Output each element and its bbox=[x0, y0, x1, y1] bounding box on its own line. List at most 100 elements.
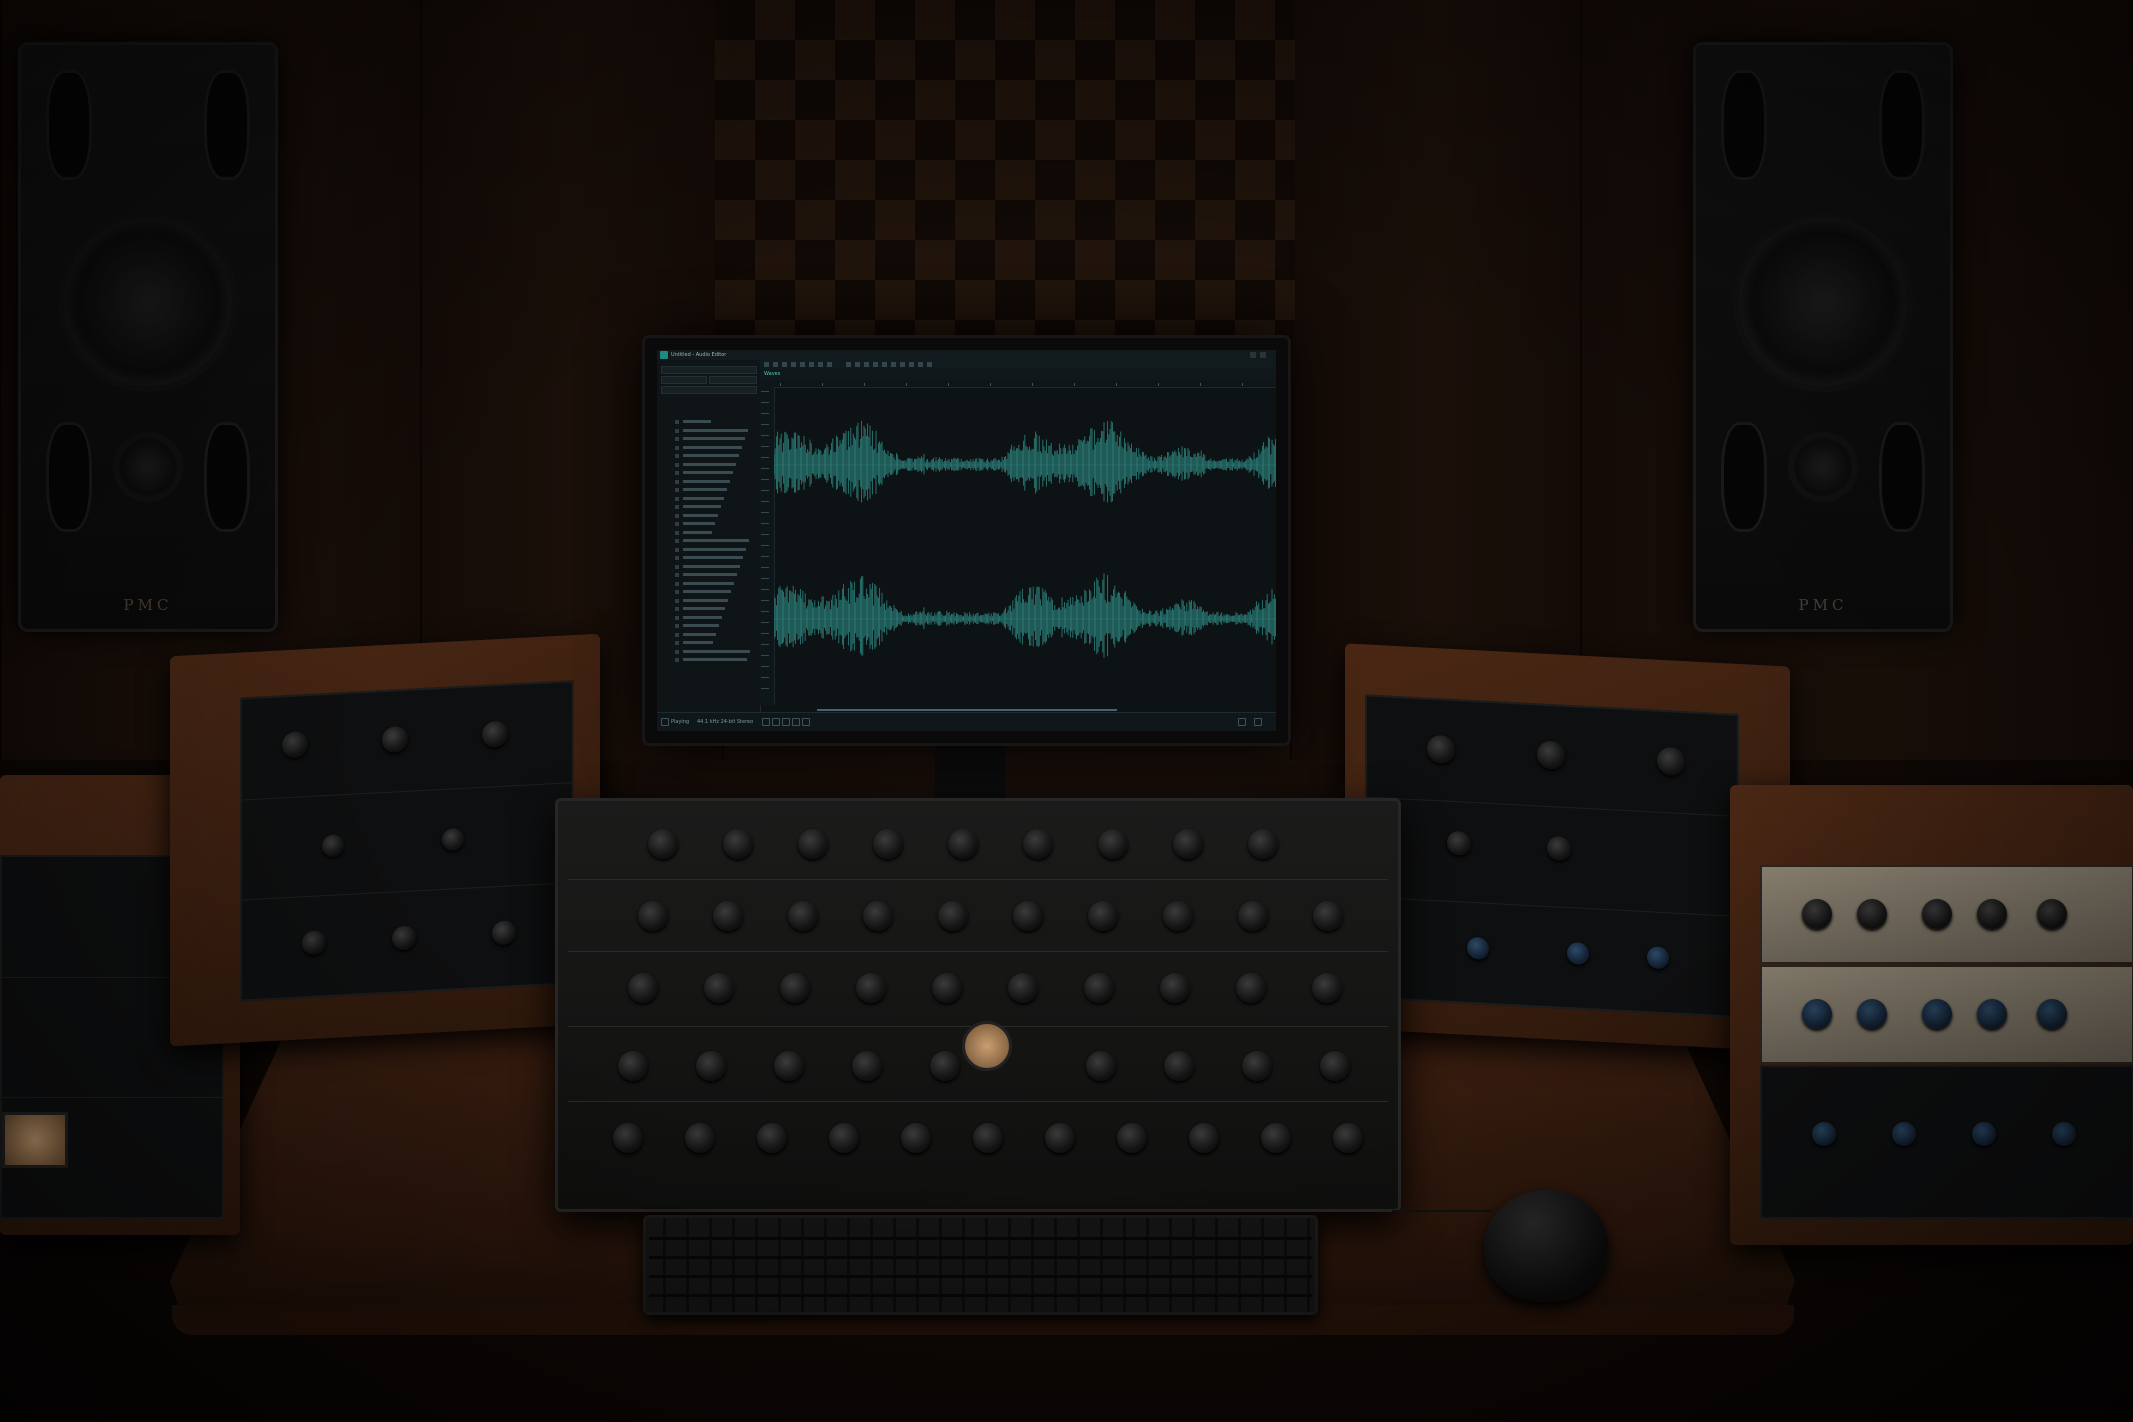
toolbar-button[interactable] bbox=[809, 362, 814, 367]
console-knob[interactable] bbox=[685, 1123, 715, 1153]
console-knob[interactable] bbox=[938, 901, 968, 931]
console-knob[interactable] bbox=[696, 1051, 726, 1081]
console-knob[interactable] bbox=[1013, 901, 1043, 931]
list-item[interactable] bbox=[661, 622, 756, 629]
console-knob[interactable] bbox=[774, 1051, 804, 1081]
console-knob[interactable] bbox=[1333, 1123, 1363, 1153]
console-knob[interactable] bbox=[628, 973, 658, 1003]
minimize-icon[interactable] bbox=[1250, 352, 1256, 358]
console-knob[interactable] bbox=[1261, 1123, 1291, 1153]
sort-field[interactable] bbox=[709, 376, 757, 384]
console-knob[interactable] bbox=[1242, 1051, 1272, 1081]
list-item[interactable] bbox=[661, 495, 756, 502]
toolbar-button[interactable] bbox=[827, 362, 832, 367]
toolbar-button[interactable] bbox=[800, 362, 805, 367]
list-item[interactable] bbox=[661, 520, 756, 527]
console-knob[interactable] bbox=[1238, 901, 1268, 931]
console-knob[interactable] bbox=[1086, 1051, 1116, 1081]
console-knob[interactable] bbox=[1313, 901, 1343, 931]
console-knob[interactable] bbox=[1189, 1123, 1219, 1153]
toolbar-button[interactable] bbox=[909, 362, 914, 367]
rewind-icon[interactable] bbox=[762, 718, 770, 726]
close-icon[interactable] bbox=[1260, 352, 1266, 358]
mouse[interactable] bbox=[1484, 1190, 1608, 1302]
console-knob[interactable] bbox=[638, 901, 668, 931]
console-knob[interactable] bbox=[1236, 973, 1266, 1003]
console-knob[interactable] bbox=[852, 1051, 882, 1081]
stop-icon[interactable] bbox=[782, 718, 790, 726]
toolbar-button[interactable] bbox=[782, 362, 787, 367]
list-item[interactable] bbox=[661, 588, 756, 595]
toolbar-button[interactable] bbox=[927, 362, 932, 367]
list-item[interactable] bbox=[661, 580, 756, 587]
list-item[interactable] bbox=[661, 444, 756, 451]
list-item[interactable] bbox=[661, 418, 756, 425]
console-knob[interactable] bbox=[757, 1123, 787, 1153]
console-knob[interactable] bbox=[829, 1123, 859, 1153]
folder-field[interactable] bbox=[661, 386, 757, 394]
console-knob[interactable] bbox=[1312, 973, 1342, 1003]
console-knob[interactable] bbox=[1248, 829, 1278, 859]
list-item[interactable] bbox=[661, 427, 756, 434]
console-knob[interactable] bbox=[1160, 973, 1190, 1003]
zoom-icon[interactable] bbox=[1238, 718, 1246, 726]
console-knob[interactable] bbox=[780, 973, 810, 1003]
list-item[interactable] bbox=[661, 486, 756, 493]
filter-field[interactable] bbox=[661, 376, 707, 384]
console-knob[interactable] bbox=[648, 829, 678, 859]
console-knob[interactable] bbox=[723, 829, 753, 859]
console-knob[interactable] bbox=[901, 1123, 931, 1153]
list-item[interactable] bbox=[661, 461, 756, 468]
list-item[interactable] bbox=[661, 469, 756, 476]
list-item[interactable] bbox=[661, 597, 756, 604]
console-knob[interactable] bbox=[1088, 901, 1118, 931]
toolbar-button[interactable] bbox=[891, 362, 896, 367]
console-knob[interactable] bbox=[1008, 973, 1038, 1003]
list-item[interactable] bbox=[661, 503, 756, 510]
toolbar-button[interactable] bbox=[855, 362, 860, 367]
list-item[interactable] bbox=[661, 435, 756, 442]
list-item[interactable] bbox=[661, 529, 756, 536]
list-item[interactable] bbox=[661, 512, 756, 519]
console-knob[interactable] bbox=[1084, 973, 1114, 1003]
toolbar-button[interactable] bbox=[846, 362, 851, 367]
console-knob[interactable] bbox=[713, 901, 743, 931]
toolbar-button[interactable] bbox=[882, 362, 887, 367]
search-input[interactable] bbox=[661, 366, 757, 374]
loop-icon[interactable] bbox=[661, 718, 669, 726]
list-item[interactable] bbox=[661, 571, 756, 578]
list-item[interactable] bbox=[661, 478, 756, 485]
toolbar-button[interactable] bbox=[900, 362, 905, 367]
console-knob[interactable] bbox=[932, 973, 962, 1003]
toolbar-button[interactable] bbox=[791, 362, 796, 367]
record-icon[interactable] bbox=[792, 718, 800, 726]
console-knob[interactable] bbox=[798, 829, 828, 859]
console-knob[interactable] bbox=[1045, 1123, 1075, 1153]
list-item[interactable] bbox=[661, 546, 756, 553]
list-item[interactable] bbox=[661, 648, 756, 655]
list-item[interactable] bbox=[661, 614, 756, 621]
settings-icon[interactable] bbox=[1254, 718, 1262, 726]
console-knob[interactable] bbox=[704, 973, 734, 1003]
list-item[interactable] bbox=[661, 631, 756, 638]
console-knob[interactable] bbox=[948, 829, 978, 859]
list-item[interactable] bbox=[661, 452, 756, 459]
list-item[interactable] bbox=[661, 563, 756, 570]
toolbar-button[interactable] bbox=[918, 362, 923, 367]
toolbar-button[interactable] bbox=[764, 362, 769, 367]
console-knob[interactable] bbox=[1117, 1123, 1147, 1153]
console-knob[interactable] bbox=[788, 901, 818, 931]
play-icon[interactable] bbox=[772, 718, 780, 726]
forward-icon[interactable] bbox=[802, 718, 810, 726]
horizontal-scrollbar[interactable] bbox=[817, 709, 1117, 711]
console-knob[interactable] bbox=[863, 901, 893, 931]
list-item[interactable] bbox=[661, 605, 756, 612]
toolbar-button[interactable] bbox=[818, 362, 823, 367]
console-knob[interactable] bbox=[873, 829, 903, 859]
toolbar-button[interactable] bbox=[773, 362, 778, 367]
console-knob[interactable] bbox=[618, 1051, 648, 1081]
console-knob[interactable] bbox=[1163, 901, 1193, 931]
toolbar-button[interactable] bbox=[864, 362, 869, 367]
console-knob[interactable] bbox=[1098, 829, 1128, 859]
console-knob[interactable] bbox=[1164, 1051, 1194, 1081]
